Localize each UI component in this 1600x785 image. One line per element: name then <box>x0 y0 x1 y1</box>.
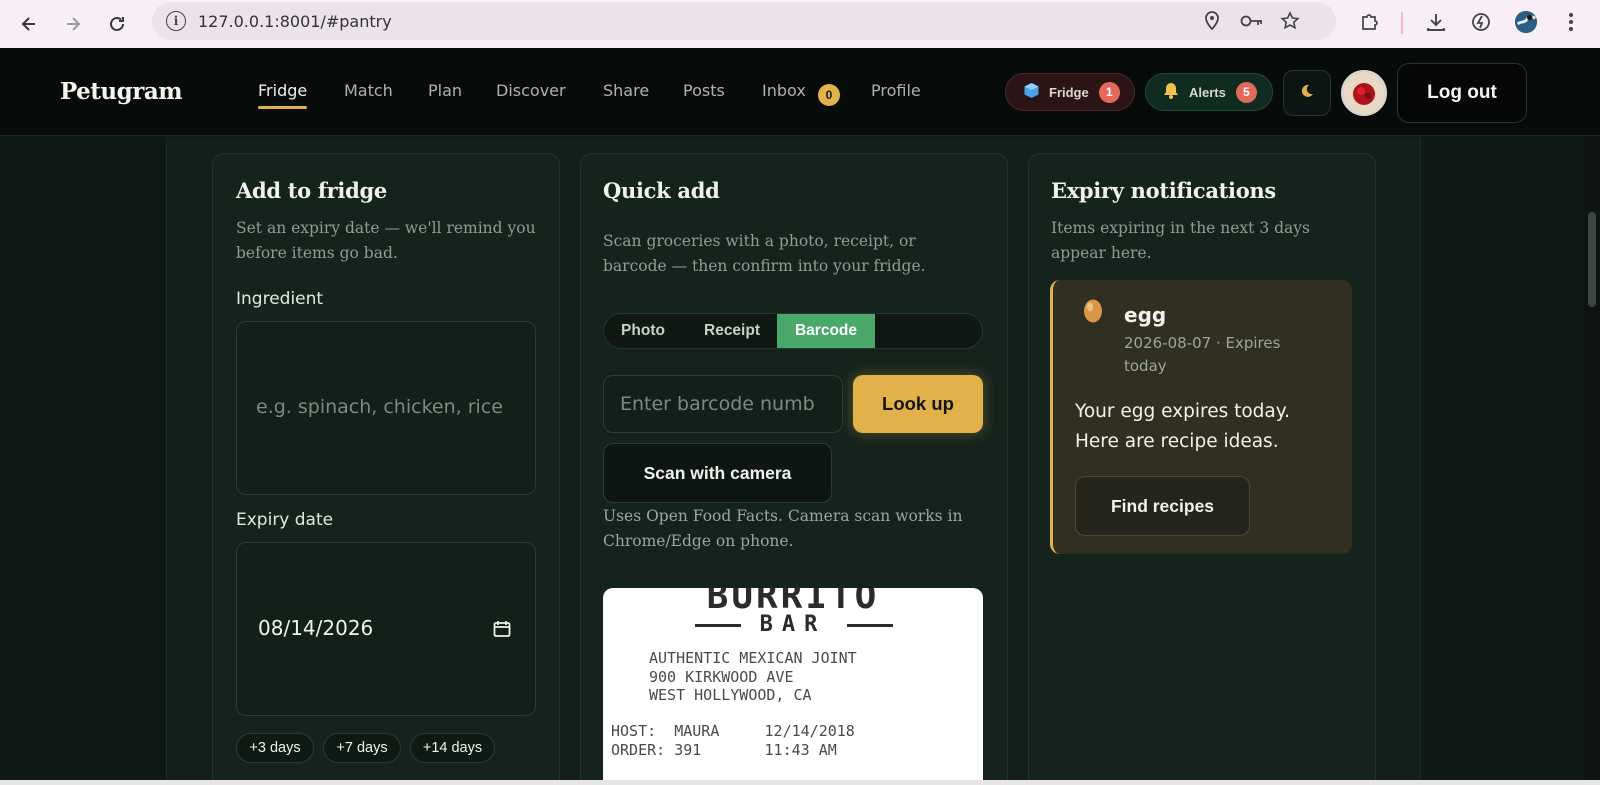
add-card-subtitle-2: before items go bad. <box>236 244 398 262</box>
notification-message-1: Your egg expires today. <box>1075 401 1290 422</box>
scrollbar-thumb[interactable] <box>1588 212 1596 307</box>
nav-share[interactable]: Share <box>603 81 649 100</box>
reload-icon[interactable] <box>105 12 129 36</box>
alerts-pill[interactable]: Alerts 5 <box>1145 73 1273 111</box>
bell-icon <box>1163 82 1179 102</box>
find-recipes-button[interactable]: Find recipes <box>1075 476 1250 536</box>
add-card-subtitle-1: Set an expiry date — we'll remind you <box>236 219 536 237</box>
expiry-card-subtitle-1: Items expiring in the next 3 days <box>1051 219 1310 237</box>
performance-icon[interactable] <box>1469 10 1493 34</box>
download-icon[interactable] <box>1424 10 1448 34</box>
receipt-line-1: AUTHENTIC MEXICAN JOINT <box>649 649 857 667</box>
nav-posts[interactable]: Posts <box>683 81 725 100</box>
alerts-pill-label: Alerts <box>1189 84 1226 100</box>
bookmark-star-icon[interactable] <box>1280 11 1300 31</box>
moon-icon <box>1299 83 1315 104</box>
fridge-pill-label: Fridge <box>1049 84 1089 100</box>
nav-plan[interactable]: Plan <box>428 81 462 100</box>
receipt-preview-image: BURRITO BAR AUTHENTIC MEXICAN JOINT 900 … <box>603 588 983 785</box>
nav-inbox[interactable]: Inbox <box>762 81 806 100</box>
expiry-card-subtitle-2: appear here. <box>1051 244 1152 262</box>
plus-3-days-chip[interactable]: +3 days <box>236 733 314 763</box>
window-bottom-edge <box>0 780 1600 785</box>
browser-toolbar: i 127.0.0.1:8001/#pantry <box>0 0 1600 48</box>
nav-profile[interactable]: Profile <box>871 81 921 100</box>
scan-mode-tabs: Photo Receipt Barcode <box>603 313 983 349</box>
tab-receipt[interactable]: Receipt <box>682 314 782 348</box>
barcode-placeholder: Enter barcode numb <box>620 393 815 415</box>
expiry-card-title: Expiry notifications <box>1051 178 1276 203</box>
logout-button[interactable]: Log out <box>1397 63 1527 123</box>
theme-toggle-button[interactable] <box>1283 70 1331 116</box>
forward-icon[interactable] <box>61 12 85 36</box>
back-icon[interactable] <box>17 12 41 36</box>
nav-discover[interactable]: Discover <box>496 81 566 100</box>
notification-item-name: egg <box>1124 303 1167 327</box>
tab-photo[interactable]: Photo <box>604 314 682 348</box>
receipt-line-5: ORDER: 391 11:43 AM <box>611 741 837 759</box>
ice-cube-icon <box>1023 82 1040 102</box>
notification-meta-1: 2026-08-07 · Expires <box>1124 334 1281 352</box>
fridge-pill-count: 1 <box>1098 81 1120 103</box>
egg-icon <box>1083 297 1103 328</box>
site-info-icon[interactable]: i <box>166 11 186 31</box>
quick-card-subtitle-2: barcode — then confirm into your fridge. <box>603 257 926 275</box>
toolbar-divider <box>1401 12 1403 34</box>
calendar-icon[interactable] <box>493 620 511 643</box>
page-scrollbar[interactable] <box>1584 137 1600 785</box>
extensions-icon[interactable] <box>1358 10 1382 34</box>
receipt-line-2: 900 KIRKWOOD AVE <box>649 668 794 686</box>
location-icon[interactable] <box>1202 11 1222 31</box>
key-icon[interactable] <box>1239 11 1265 31</box>
ingredient-placeholder: e.g. spinach, chicken, rice <box>256 396 503 418</box>
plus-14-days-chip[interactable]: +14 days <box>410 733 495 763</box>
brand-logo[interactable]: Petugram <box>60 78 183 105</box>
add-card-title: Add to fridge <box>236 178 387 203</box>
menu-kebab-icon[interactable] <box>1559 10 1583 34</box>
expiry-date-value: 08/14/2026 <box>258 616 374 640</box>
barcode-note-2: Chrome/Edge on phone. <box>603 532 794 550</box>
user-avatar[interactable] <box>1341 70 1387 116</box>
tab-barcode[interactable]: Barcode <box>777 314 875 348</box>
notification-message-2: Here are recipe ideas. <box>1075 431 1279 452</box>
barcode-note-1: Uses Open Food Facts. Camera scan works … <box>603 507 963 525</box>
url-text[interactable]: 127.0.0.1:8001/#pantry <box>198 12 392 31</box>
scan-camera-button[interactable]: Scan with camera <box>603 443 832 503</box>
nav-match[interactable]: Match <box>344 81 393 100</box>
profile-avatar-icon[interactable] <box>1514 10 1538 34</box>
nav-fridge[interactable]: Fridge <box>258 81 308 109</box>
inbox-count-badge: 0 <box>818 84 840 106</box>
quick-card-subtitle-1: Scan groceries with a photo, receipt, or <box>603 232 916 250</box>
ingredient-label: Ingredient <box>236 289 324 309</box>
fridge-pill[interactable]: Fridge 1 <box>1005 73 1135 111</box>
expiry-date-label: Expiry date <box>236 510 334 530</box>
quick-card-title: Quick add <box>603 178 720 203</box>
alerts-pill-count: 5 <box>1235 81 1257 103</box>
notification-meta-2: today <box>1124 357 1167 375</box>
receipt-subtitle: BAR <box>759 612 827 637</box>
receipt-line-4: HOST: MAURA 12/14/2018 <box>611 722 855 740</box>
plus-7-days-chip[interactable]: +7 days <box>323 733 401 763</box>
lookup-button[interactable]: Look up <box>853 375 983 433</box>
receipt-line-3: WEST HOLLYWOOD, CA <box>649 686 812 704</box>
address-bar[interactable]: i 127.0.0.1:8001/#pantry <box>152 2 1336 40</box>
